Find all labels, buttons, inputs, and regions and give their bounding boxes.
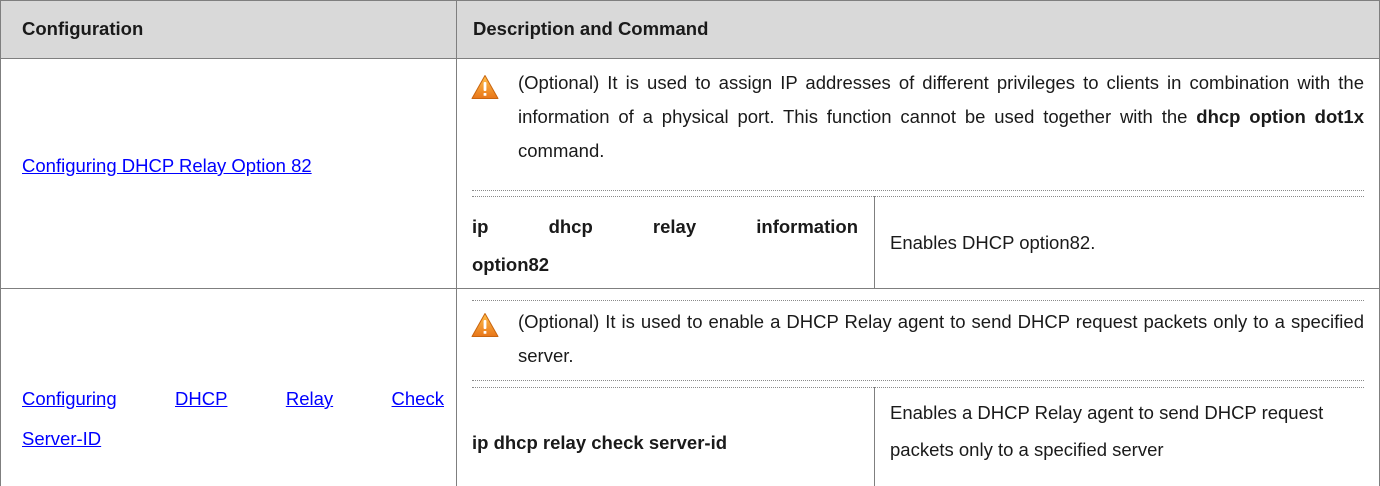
link-word[interactable]: Relay — [286, 388, 333, 410]
configuration-table: Configuration Description and Command Co… — [0, 0, 1380, 486]
link-configuring-dhcp-relay-check-server-id[interactable]: Configuring DHCP Relay Check — [22, 388, 444, 410]
header-description-label: Description and Command — [473, 18, 709, 39]
warning-text-row1-end: command. — [518, 140, 605, 161]
command-row2: ip dhcp relay check server-id — [472, 432, 728, 453]
command-divider — [874, 196, 875, 288]
command-word: dhcp — [548, 216, 593, 237]
dotted-separator — [472, 387, 1364, 388]
warning-bold-command: dhcp option dot1x — [1196, 106, 1364, 127]
link-configuring-dhcp-relay-check-server-id-line2[interactable]: Server-ID — [22, 428, 101, 450]
warning-text-row2: (Optional) It is used to enable a DHCP R… — [518, 311, 1364, 366]
header-divider — [0, 58, 1380, 59]
warning-triangle-icon — [471, 313, 499, 337]
dotted-separator — [472, 300, 1364, 301]
link-word[interactable]: DHCP — [175, 388, 227, 410]
command-word: relay — [652, 216, 697, 237]
table-border-top — [0, 0, 1380, 1]
warning-triangle-icon — [471, 75, 499, 99]
header-configuration-label: Configuration — [22, 18, 144, 39]
dotted-separator — [472, 380, 1364, 381]
link-configuring-dhcp-relay-option-82[interactable]: Configuring DHCP Relay Option 82 — [22, 155, 312, 177]
table-border-left — [0, 0, 1, 486]
row-divider — [0, 288, 1380, 289]
header-description: Description and Command — [456, 0, 1380, 58]
dotted-separator — [472, 196, 1364, 197]
command-word: ip — [472, 216, 489, 237]
header-configuration: Configuration — [0, 0, 456, 58]
command-description-row1: Enables DHCP option82. — [890, 232, 1096, 253]
link-word[interactable]: Configuring — [22, 388, 117, 410]
warning-text-row1-a: (Optional) It is used to assign IP addre… — [518, 66, 1364, 161]
link-word[interactable]: Check — [392, 388, 444, 410]
command-divider — [874, 387, 875, 486]
column-divider — [456, 0, 457, 486]
command-row1-line2: option82 — [472, 254, 550, 275]
dotted-separator — [472, 190, 1364, 191]
command-word: information — [756, 216, 858, 237]
command-row1-line1: ip dhcp relay information — [472, 216, 858, 238]
command-description-row2: Enables a DHCP Relay agent to send DHCP … — [890, 402, 1324, 460]
